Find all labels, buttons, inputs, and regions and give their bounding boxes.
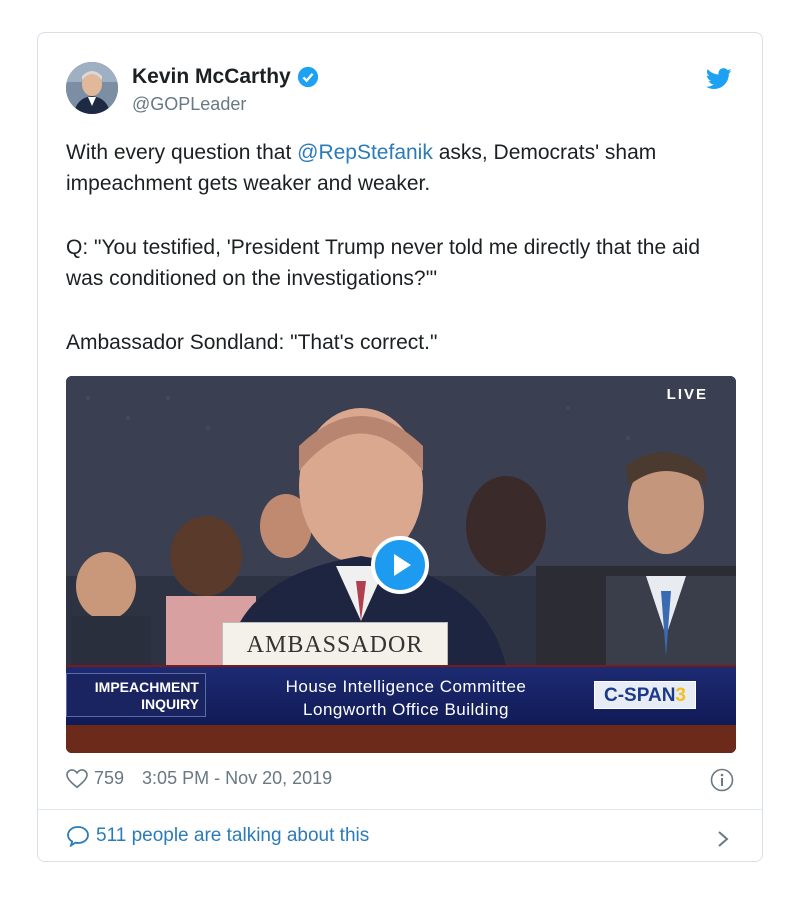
tweet-paragraph-1: With every question that @RepStefanik as…	[66, 137, 736, 199]
caption-line1: House Intelligence Committee	[285, 677, 527, 696]
desk-strip	[66, 725, 736, 753]
tweet-card: Kevin McCarthy @GOPLeader With every que…	[37, 32, 763, 862]
author-row: Kevin McCarthy	[132, 65, 319, 89]
timestamp[interactable]: 3:05 PM - Nov 20, 2019	[142, 768, 332, 789]
heart-icon[interactable]	[66, 768, 88, 789]
lower-third-label-line1: IMPEACHMENT	[94, 679, 199, 695]
network-logo: C-SPAN3	[594, 681, 696, 709]
network-number: 3	[675, 685, 686, 706]
mention-link[interactable]: @RepStefanik	[297, 141, 433, 164]
conversation-link[interactable]: 511 people are talking about this	[66, 825, 369, 847]
twitter-bird-icon[interactable]	[706, 68, 732, 90]
tweet-answer: Ambassador Sondland: "That's correct."	[66, 331, 438, 354]
lower-third-caption: House Intelligence Committee Longworth O…	[256, 675, 556, 721]
divider	[38, 809, 762, 810]
like-count[interactable]: 759	[94, 768, 124, 789]
avatar[interactable]	[66, 62, 118, 114]
chevron-right-icon[interactable]	[716, 829, 730, 849]
tweet-quote: Q: "You testified, 'President Trump neve…	[66, 236, 701, 290]
tweet-footer: 759 3:05 PM - Nov 20, 2019	[66, 768, 332, 789]
tweet-text-part1: With every question that	[66, 141, 298, 164]
verified-badge-icon	[297, 66, 318, 88]
network-name: C-SPAN	[603, 685, 676, 706]
info-icon[interactable]	[710, 768, 734, 792]
video-player[interactable]: LIVE AMBASSADOR IMPEACHMENT INQUIRY Hous…	[66, 376, 736, 753]
conversation-count[interactable]: 511 people are talking about this	[96, 825, 369, 847]
play-button[interactable]	[371, 536, 429, 594]
lower-third: IMPEACHMENT INQUIRY House Intelligence C…	[66, 665, 736, 727]
speech-bubble-icon	[67, 826, 89, 847]
author-name[interactable]: Kevin McCarthy	[132, 65, 291, 89]
caption-line2: Longworth Office Building	[303, 700, 509, 719]
name-placard: AMBASSADOR	[222, 622, 448, 666]
lower-third-label-line2: INQUIRY	[141, 696, 199, 712]
play-icon	[394, 554, 411, 576]
lower-third-label: IMPEACHMENT INQUIRY	[66, 673, 206, 717]
author-handle[interactable]: @GOPLeader	[132, 94, 246, 115]
live-badge: LIVE	[666, 386, 708, 403]
tweet-text: With every question that @RepStefanik as…	[66, 137, 736, 391]
